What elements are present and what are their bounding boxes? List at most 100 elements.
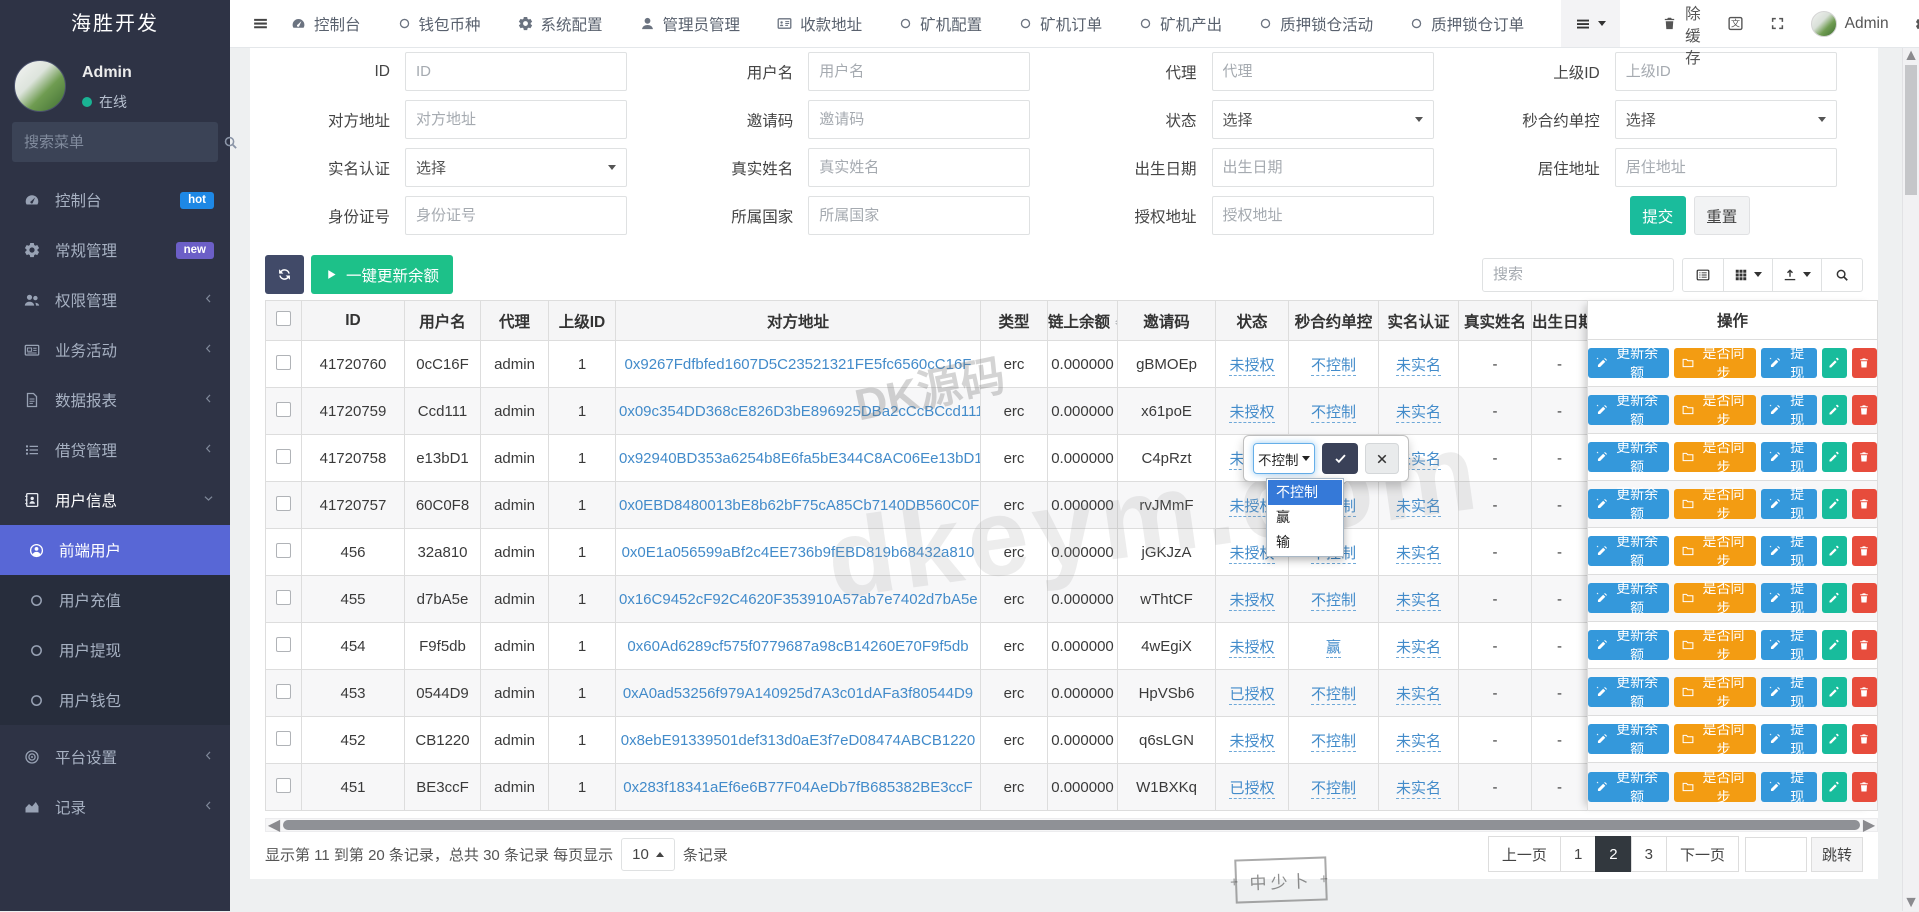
sync-button[interactable]: 是否同步 [1674,442,1755,472]
editable-kyc[interactable]: 未实名 [1396,545,1441,564]
withdraw-button[interactable]: 提现 [1761,442,1817,472]
fullscreen-table-button[interactable] [1821,258,1863,292]
editable-status[interactable]: 未授权 [1229,733,1274,752]
address-link[interactable]: 0x9267Fdfbfed1607D5C23521321FE5fc6560cC1… [625,356,972,373]
row-checkbox[interactable] [276,731,291,746]
update-balance-button[interactable]: 更新余额 [1588,395,1669,425]
row-checkbox[interactable] [276,355,291,370]
jump-button[interactable]: 跳转 [1811,837,1863,872]
nav-menu-toggle[interactable] [1561,0,1620,47]
nav-item-矿机配置[interactable]: 矿机配置 [899,13,982,35]
nav-item-质押锁仓活动[interactable]: 质押锁仓活动 [1259,13,1373,35]
delete-button[interactable] [1852,395,1877,425]
edit-button[interactable] [1822,536,1847,566]
jump-page-input[interactable] [1745,837,1807,872]
filter-input-邀请码[interactable] [808,100,1030,139]
edit-button[interactable] [1822,630,1847,660]
withdraw-button[interactable]: 提现 [1761,630,1817,660]
edit-button[interactable] [1822,442,1847,472]
columns-button[interactable] [1723,258,1773,292]
filter-input-身份证号[interactable] [405,196,627,235]
sidebar-item-用户充值[interactable]: 用户充值 [0,575,230,625]
avatar[interactable] [14,60,66,112]
edit-button[interactable] [1822,724,1847,754]
address-link[interactable]: 0x8ebE91339501def313d0aE3f7eD08474ABCB12… [621,732,975,749]
dropdown-option[interactable]: 不控制 [1268,480,1342,505]
row-checkbox[interactable] [276,684,291,699]
sidebar-item-控制台[interactable]: 控制台hot [0,175,230,225]
scrollbar-thumb[interactable] [283,820,1860,830]
filter-input-授权地址[interactable] [1212,196,1434,235]
sidebar-item-平台设置[interactable]: 平台设置 [0,732,230,782]
editable-control[interactable]: 赢 [1326,639,1341,658]
table-search-input[interactable] [1482,258,1674,292]
cancel-button[interactable] [1365,443,1399,474]
withdraw-button[interactable]: 提现 [1761,348,1817,378]
address-link[interactable]: 0xA0ad53256f979A140925d7A3c01dAFa3f80544… [623,685,973,702]
nav-item-钱包币种[interactable]: 钱包币种 [398,13,481,35]
sync-button[interactable]: 是否同步 [1674,772,1755,802]
sidebar-item-用户钱包[interactable]: 用户钱包 [0,675,230,725]
dropdown-option[interactable]: 输 [1268,530,1342,555]
row-checkbox[interactable] [276,402,291,417]
sidebar-item-用户信息[interactable]: 用户信息 [0,475,230,525]
update-balance-button[interactable]: 更新余额 [1588,489,1669,519]
edit-button[interactable] [1822,772,1847,802]
nav-item-控制台[interactable]: 控制台 [291,13,361,35]
select-all-checkbox[interactable] [276,311,291,326]
editable-status[interactable]: 未授权 [1229,357,1274,376]
admin-menu[interactable]: Admin [1811,11,1889,37]
scroll-right-icon[interactable]: ▶ [1861,819,1877,831]
address-link[interactable]: 0x0E1a056599aBf2c4EE736b9fEBD819b68432a8… [622,544,975,561]
editable-status[interactable]: 未授权 [1229,404,1274,423]
sync-button[interactable]: 是否同步 [1674,395,1755,425]
update-balance-button[interactable]: 更新余额 [1588,536,1669,566]
nav-item-系统配置[interactable]: 系统配置 [518,13,603,35]
editable-kyc[interactable]: 未实名 [1396,498,1441,517]
withdraw-button[interactable]: 提现 [1761,583,1817,613]
nav-item-收款地址[interactable]: 收款地址 [777,13,862,35]
row-checkbox[interactable] [276,590,291,605]
editable-control[interactable]: 不控制 [1311,686,1356,705]
sync-button[interactable]: 是否同步 [1674,724,1755,754]
row-checkbox[interactable] [276,543,291,558]
edit-button[interactable] [1822,489,1847,519]
filter-input-用户名[interactable] [808,52,1030,91]
sync-button[interactable]: 是否同步 [1674,489,1755,519]
scroll-left-icon[interactable]: ◀ [266,819,282,831]
filter-select-状态[interactable]: 选择 [1212,100,1434,139]
nav-item-管理员管理[interactable]: 管理员管理 [640,13,741,35]
editable-status[interactable]: 未授权 [1229,592,1274,611]
sidebar-item-业务活动[interactable]: 业务活动 [0,325,230,375]
address-link[interactable]: 0x09c354DD368cE826D3bE896925DBa2cCcBCcd1… [619,403,981,420]
editable-kyc[interactable]: 未实名 [1396,404,1441,423]
page-button-2[interactable]: 2 [1595,836,1631,872]
address-link[interactable]: 0x0EBD8480013bE8b62bF75cA85Cb7140DB560C0… [619,497,981,514]
delete-button[interactable] [1852,489,1877,519]
filter-input-代理[interactable] [1212,52,1434,91]
update-balance-button[interactable]: 更新余额 [1588,442,1669,472]
delete-button[interactable] [1852,630,1877,660]
withdraw-button[interactable]: 提现 [1761,724,1817,754]
editable-status[interactable]: 已授权 [1229,780,1274,799]
filter-input-真实姓名[interactable] [808,148,1030,187]
brand-logo[interactable]: 海胜开发 [0,0,230,48]
editable-control[interactable]: 不控制 [1311,592,1356,611]
address-link[interactable]: 0x16C9452cF92C4620F353910A57ab7e7402d7bA… [619,591,978,608]
clear-cache-button[interactable]: 清除缓存 [1662,0,1701,68]
sync-button[interactable]: 是否同步 [1674,630,1755,660]
editable-kyc[interactable]: 未实名 [1396,733,1441,752]
sync-button[interactable]: 是否同步 [1674,583,1755,613]
editable-status[interactable]: 已授权 [1229,686,1274,705]
filter-input-居住地址[interactable] [1615,148,1837,187]
sync-button[interactable]: 是否同步 [1674,677,1755,707]
sync-button[interactable]: 是否同步 [1674,536,1755,566]
sidebar-item-记录[interactable]: 记录 [0,782,230,832]
filter-input-ID[interactable] [405,52,627,91]
delete-button[interactable] [1852,583,1877,613]
editable-kyc[interactable]: 未实名 [1396,357,1441,376]
page-scrollbar-thumb[interactable] [1905,65,1917,195]
withdraw-button[interactable]: 提现 [1761,772,1817,802]
next-page-button[interactable]: 下一页 [1666,836,1739,872]
hamburger-icon[interactable] [252,15,269,32]
